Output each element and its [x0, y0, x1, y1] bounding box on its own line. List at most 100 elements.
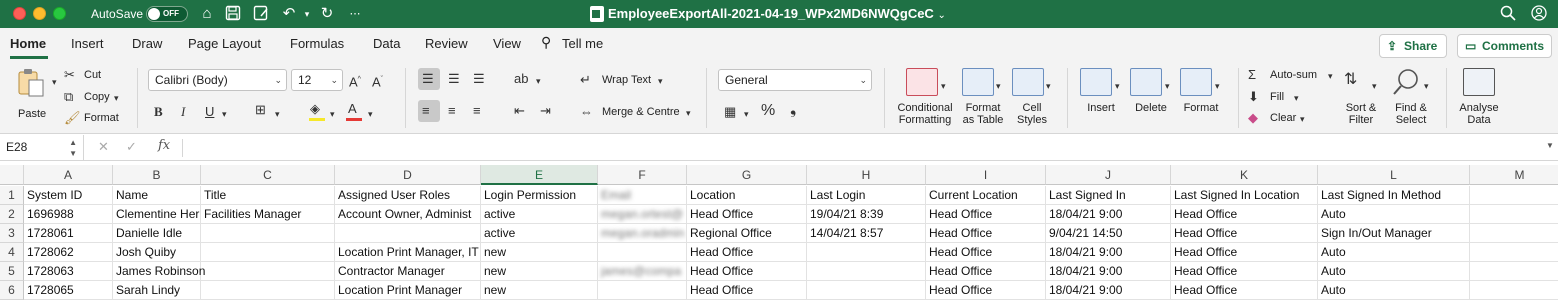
table-cell[interactable]: new [481, 262, 598, 281]
table-cell[interactable] [335, 224, 481, 243]
align-right-icon[interactable]: ≡ [473, 103, 481, 119]
column-header-k[interactable]: K [1171, 165, 1318, 185]
increase-indent-icon[interactable]: ⇥ [540, 103, 551, 119]
table-header-cell[interactable]: Current Location [926, 186, 1046, 205]
number-format-select[interactable]: General ⌄ [718, 69, 872, 91]
table-cell[interactable]: new [481, 281, 598, 300]
fill-color-dropdown-icon[interactable]: ▾ [330, 106, 335, 122]
table-cell[interactable]: new [481, 243, 598, 262]
column-header-f[interactable]: F [598, 165, 687, 185]
cut-button[interactable]: ✂ Cut [64, 67, 124, 83]
table-cell[interactable]: Head Office [687, 243, 807, 262]
table-header-cell[interactable]: Last Signed In Method [1318, 186, 1470, 205]
table-cell[interactable]: Head Office [926, 224, 1046, 243]
close-window-button[interactable] [13, 7, 26, 20]
table-cell[interactable]: Head Office [687, 205, 807, 224]
underline-dropdown-icon[interactable]: ▾ [222, 106, 227, 122]
orientation-icon[interactable]: ab [514, 71, 528, 87]
table-cell[interactable]: Contractor Manager [335, 262, 481, 281]
table-cell[interactable]: Auto [1318, 262, 1470, 281]
table-cell[interactable]: megan.ortest@ [598, 205, 687, 224]
table-cell[interactable] [1470, 205, 1558, 224]
table-cell[interactable]: 18/04/21 9:00 [1046, 281, 1171, 300]
autosum-button[interactable]: Σ Auto-sum ▾ [1248, 67, 1338, 83]
insert-cells-button[interactable]: ▾ Insert [1078, 68, 1124, 130]
align-top-button[interactable]: ☰ [418, 68, 440, 90]
tab-formulas[interactable]: Formulas [290, 36, 344, 51]
underline-button[interactable]: U [205, 104, 214, 120]
tab-review[interactable]: Review [425, 36, 468, 51]
table-header-cell[interactable] [1470, 186, 1558, 205]
borders-dropdown-icon[interactable]: ▾ [275, 106, 280, 122]
row-header[interactable]: 5 [0, 262, 24, 281]
accounting-format-icon[interactable]: ▦ [724, 104, 736, 120]
tab-home[interactable]: Home [10, 36, 46, 51]
align-middle-icon[interactable]: ☰ [448, 71, 460, 87]
copy-button[interactable]: ⧉ Copy ▾ [64, 89, 126, 105]
font-name-select[interactable]: Calibri (Body) ⌄ [148, 69, 287, 91]
conditional-formatting-button[interactable]: ▾ Conditional Formatting [894, 68, 956, 130]
paste-dropdown-icon[interactable]: ▾ [52, 74, 57, 90]
table-cell[interactable]: Head Office [926, 243, 1046, 262]
enter-icon[interactable]: ✓ [126, 139, 137, 155]
table-cell[interactable]: Location Print Manager, IT [335, 243, 481, 262]
expand-formula-bar-icon[interactable]: ▼ [1546, 141, 1554, 150]
align-left-button[interactable]: ≡ [418, 100, 440, 122]
name-box[interactable]: E28 ▲ ▼ [0, 135, 84, 160]
row-header[interactable]: 3 [0, 224, 24, 243]
tab-view[interactable]: View [493, 36, 521, 51]
table-cell[interactable]: Facilities Manager [201, 205, 335, 224]
table-cell[interactable]: Sarah Lindy [113, 281, 201, 300]
sort-filter-button[interactable]: ⇅ ▾ Sort & Filter [1338, 68, 1384, 130]
table-cell[interactable]: 18/04/21 9:00 [1046, 205, 1171, 224]
column-header-d[interactable]: D [335, 165, 481, 185]
column-header-b[interactable]: B [113, 165, 201, 185]
table-cell[interactable]: Clementine Her [113, 205, 201, 224]
font-size-select[interactable]: 12 ⌄ [291, 69, 343, 91]
table-header-cell[interactable]: Last Signed In [1046, 186, 1171, 205]
table-cell[interactable]: Head Office [926, 205, 1046, 224]
accounting-dropdown-icon[interactable]: ▾ [744, 106, 749, 122]
table-cell[interactable] [1470, 281, 1558, 300]
decrease-indent-icon[interactable]: ⇤ [514, 103, 525, 119]
column-header-m[interactable]: M [1470, 165, 1558, 185]
increase-font-size-icon[interactable]: A^ [349, 72, 361, 90]
clear-button[interactable]: ◆ Clear ▾ [1248, 110, 1314, 126]
table-header-cell[interactable]: Location [687, 186, 807, 205]
table-cell[interactable] [598, 243, 687, 262]
table-cell[interactable]: Auto [1318, 205, 1470, 224]
merge-centre-button[interactable]: ⇔ Merge & Centre ▾ [580, 104, 700, 120]
font-color-icon[interactable]: A [348, 101, 357, 117]
table-cell[interactable]: Head Office [1171, 224, 1318, 243]
table-cell[interactable] [201, 243, 335, 262]
fill-button[interactable]: ⬇ Fill ▾ [1248, 89, 1308, 105]
zoom-window-button[interactable] [53, 7, 66, 20]
minimize-window-button[interactable] [33, 7, 46, 20]
table-cell[interactable]: 18/04/21 9:00 [1046, 243, 1171, 262]
insert-function-button[interactable]: fx [158, 138, 170, 153]
table-cell[interactable]: 1728061 [24, 224, 113, 243]
table-cell[interactable]: active [481, 205, 598, 224]
column-header-e[interactable]: E [481, 165, 598, 185]
table-cell[interactable]: 1728065 [24, 281, 113, 300]
decrease-font-size-icon[interactable]: Aˇ [372, 72, 383, 90]
table-cell[interactable]: active [481, 224, 598, 243]
italic-button[interactable]: I [181, 104, 185, 120]
column-header-i[interactable]: I [926, 165, 1046, 185]
column-header-h[interactable]: H [807, 165, 926, 185]
align-center-icon[interactable]: ≡ [448, 103, 456, 119]
table-cell[interactable] [1470, 224, 1558, 243]
table-cell[interactable] [807, 243, 926, 262]
column-header-j[interactable]: J [1046, 165, 1171, 185]
row-header[interactable]: 1 [0, 186, 24, 205]
table-cell[interactable] [1470, 243, 1558, 262]
table-cell[interactable]: 19/04/21 8:39 [807, 205, 926, 224]
cell-styles-button[interactable]: ▾ Cell Styles [1010, 68, 1054, 130]
table-header-cell[interactable]: Email [598, 186, 687, 205]
table-cell[interactable]: James Robinson [113, 262, 205, 281]
paste-button[interactable]: Paste [12, 68, 52, 120]
tell-me-search[interactable]: Tell me [562, 36, 603, 51]
table-cell[interactable]: Account Owner, Administ [335, 205, 481, 224]
table-cell[interactable]: 1728062 [24, 243, 113, 262]
search-icon[interactable] [1499, 5, 1517, 23]
